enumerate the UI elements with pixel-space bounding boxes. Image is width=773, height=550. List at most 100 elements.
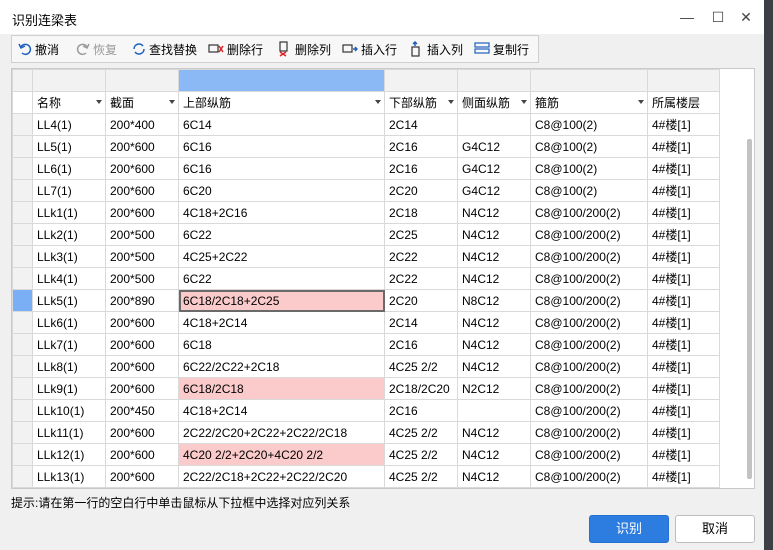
table-cell[interactable]: 200*450 xyxy=(105,399,179,422)
cancel-button[interactable]: 取消 xyxy=(675,515,755,543)
table-cell[interactable]: 6C22 xyxy=(178,267,385,290)
row-header[interactable] xyxy=(12,377,33,400)
table-cell[interactable]: LLk5(1) xyxy=(32,289,106,312)
table-cell[interactable]: 2C22/2C20+2C22+2C22/2C18 xyxy=(178,421,385,444)
table-cell[interactable]: LLk4(1) xyxy=(32,267,106,290)
table-cell[interactable]: N4C12 xyxy=(457,465,531,488)
table-cell[interactable]: 6C22/2C22+2C18 xyxy=(178,355,385,378)
table-cell[interactable]: 4C25 2/2 xyxy=(384,355,458,378)
table-cell[interactable] xyxy=(647,487,720,488)
table-cell[interactable] xyxy=(457,399,531,422)
table-cell[interactable]: 4#楼[1] xyxy=(647,157,720,180)
table-cell[interactable]: 200*600 xyxy=(105,157,179,180)
table-cell[interactable]: N4C12 xyxy=(457,267,531,290)
table-cell[interactable]: 200*600 xyxy=(105,377,179,400)
table-cell[interactable]: 4#楼[1] xyxy=(647,421,720,444)
table-cell[interactable]: N2C12 xyxy=(457,377,531,400)
table-cell[interactable]: N4C12 xyxy=(457,245,531,268)
table-cell[interactable]: N4C12 xyxy=(457,355,531,378)
table-cell[interactable]: C8@100/200(2) xyxy=(530,465,648,488)
row-header[interactable] xyxy=(12,399,33,422)
header-bottom-rebar[interactable]: 下部纵筋 xyxy=(384,91,458,114)
table-cell[interactable]: LLk3(1) xyxy=(32,245,106,268)
table-cell[interactable]: C8@100/200(2) xyxy=(530,443,648,466)
copy-row-button[interactable]: 复制行 xyxy=(474,39,529,59)
header-side-rebar[interactable]: 侧面纵筋 xyxy=(457,91,531,114)
table-cell[interactable]: 200*600 xyxy=(105,355,179,378)
row-header[interactable] xyxy=(12,157,33,180)
table-cell[interactable]: 4C18+2C14 xyxy=(178,399,385,422)
table-cell[interactable]: 4C18+2C16 xyxy=(178,201,385,224)
table-cell[interactable]: G4C12 xyxy=(457,157,531,180)
table-cell[interactable] xyxy=(105,487,179,488)
table-cell[interactable]: 4C25 2/2 xyxy=(384,421,458,444)
dropdown-arrow-icon[interactable] xyxy=(521,100,527,104)
table-cell[interactable]: 2C16 xyxy=(384,135,458,158)
header-top-rebar[interactable]: 上部纵筋 xyxy=(178,91,385,114)
table-cell[interactable]: 200*400 xyxy=(105,113,179,136)
table-cell[interactable]: LLk9(1) xyxy=(32,377,106,400)
table-cell[interactable]: 200*500 xyxy=(105,245,179,268)
table-cell[interactable]: C8@100/200(2) xyxy=(530,267,648,290)
table-cell[interactable]: 6C14 xyxy=(178,113,385,136)
table-cell[interactable]: 4#楼[1] xyxy=(647,179,720,202)
table-cell[interactable]: 200*500 xyxy=(105,267,179,290)
table-cell[interactable]: C8@100(2) xyxy=(530,157,648,180)
table-cell[interactable]: 4#楼[1] xyxy=(647,135,720,158)
table-cell[interactable]: 4C25 2/2 xyxy=(384,443,458,466)
table-cell[interactable]: 200*890 xyxy=(105,289,179,312)
table-cell[interactable]: N4C12 xyxy=(457,201,531,224)
table-cell[interactable]: 4#楼[1] xyxy=(647,443,720,466)
dropdown-arrow-icon[interactable] xyxy=(375,100,381,104)
table-cell[interactable]: LLk10(1) xyxy=(32,399,106,422)
table-cell[interactable]: LL6(1) xyxy=(32,157,106,180)
table-cell[interactable]: 2C25 xyxy=(384,223,458,246)
recognize-button[interactable]: 识别 xyxy=(589,515,669,543)
row-header[interactable] xyxy=(12,223,33,246)
table-cell[interactable]: 2C22 xyxy=(384,245,458,268)
table-cell[interactable]: 4#楼[1] xyxy=(647,267,720,290)
table-cell[interactable]: 4#楼[1] xyxy=(647,201,720,224)
table-cell[interactable]: N8C12 xyxy=(457,289,531,312)
table-cell[interactable]: 2C18/2C20 xyxy=(384,377,458,400)
insert-column-button[interactable]: 插入列 xyxy=(408,39,463,59)
table-cell[interactable]: 6C16 xyxy=(178,135,385,158)
table-cell[interactable]: 200*600 xyxy=(105,311,179,334)
header-section[interactable]: 截面 xyxy=(105,91,179,114)
table-cell[interactable]: N4C12 xyxy=(457,311,531,334)
dropdown-arrow-icon[interactable] xyxy=(448,100,454,104)
table-cell[interactable]: C8@100(2) xyxy=(530,135,648,158)
table-cell[interactable]: 4#楼[1] xyxy=(647,311,720,334)
row-header[interactable] xyxy=(12,289,33,312)
table-cell[interactable]: 2C14 xyxy=(384,311,458,334)
table-cell[interactable]: 200*600 xyxy=(105,465,179,488)
row-header[interactable] xyxy=(12,311,33,334)
table-cell[interactable]: 4#楼[1] xyxy=(647,377,720,400)
minimize-button[interactable]: — xyxy=(676,6,698,28)
column-selector-cell[interactable] xyxy=(384,69,458,92)
insert-row-button[interactable]: 插入行 xyxy=(342,39,397,59)
table-cell[interactable]: 4C25+2C22 xyxy=(178,245,385,268)
table-cell[interactable]: C8@100/200(2) xyxy=(530,201,648,224)
dropdown-arrow-icon[interactable] xyxy=(169,100,175,104)
table-cell[interactable] xyxy=(457,113,531,136)
table-cell[interactable]: C8@100/200(2) xyxy=(530,333,648,356)
table-cell[interactable]: 6C20 xyxy=(178,179,385,202)
table-cell[interactable]: LLk8(1) xyxy=(32,355,106,378)
table-cell[interactable]: 6C16 xyxy=(178,157,385,180)
table-cell[interactable]: LLk2(1) xyxy=(32,223,106,246)
row-header[interactable] xyxy=(12,201,33,224)
delete-row-button[interactable]: 删除行 xyxy=(208,39,263,59)
table-cell[interactable]: 2C16 xyxy=(384,399,458,422)
table-cell[interactable]: N4C12 xyxy=(457,223,531,246)
table-cell[interactable]: C8@100/200(2) xyxy=(530,377,648,400)
table-cell[interactable]: 4#楼[1] xyxy=(647,289,720,312)
column-selector-cell[interactable] xyxy=(647,69,720,92)
row-header[interactable] xyxy=(12,135,33,158)
table-cell[interactable]: C8@100/200(2) xyxy=(530,421,648,444)
column-selector-cell[interactable] xyxy=(457,69,531,92)
table-cell[interactable]: 4C25 2/2 xyxy=(384,465,458,488)
table-cell[interactable] xyxy=(32,487,106,488)
table-cell[interactable]: N4C12 xyxy=(457,333,531,356)
table-cell[interactable]: 200*600 xyxy=(105,421,179,444)
